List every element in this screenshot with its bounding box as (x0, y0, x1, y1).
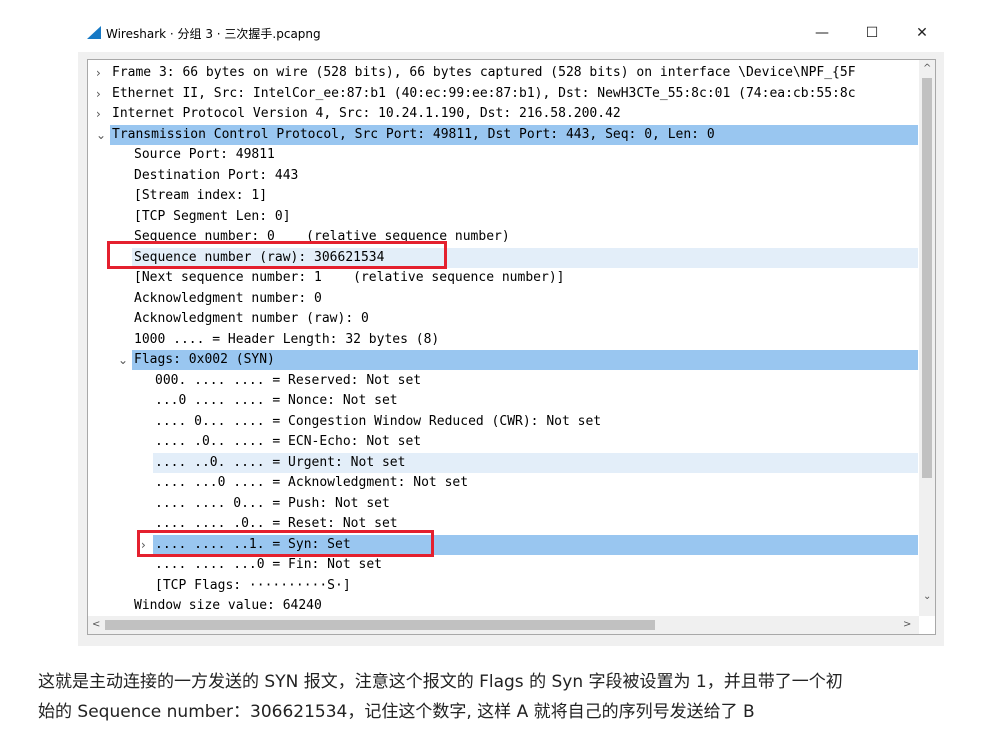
wireshark-fin-icon (87, 26, 101, 39)
title-bar: Wireshark · 分组 3 · 三次握手.pcapng — ☐ ✕ (78, 14, 944, 52)
tree-row-text: [TCP Flags: ··········S·] (155, 577, 351, 593)
tree-row[interactable]: .... ...0 .... = Acknowledgment: Not set (88, 473, 918, 493)
tree-row-text: Acknowledgment number (raw): 0 (134, 311, 369, 326)
maximize-button[interactable]: ☐ (861, 22, 883, 44)
tree-row[interactable]: 1000 .... = Header Length: 32 bytes (8) (88, 330, 918, 350)
vertical-scrollbar[interactable]: ^ ⌄ (919, 60, 935, 616)
expand-arrow-icon[interactable]: › (96, 63, 101, 83)
description-line-2: 始的 Sequence number：306621534，记住这个数字, 这样 … (38, 702, 755, 722)
tree-row-text: Destination Port: 443 (134, 167, 299, 183)
tree-row[interactable]: [Stream index: 1] (88, 186, 918, 206)
scroll-down-arrow-icon[interactable]: ⌄ (923, 590, 931, 604)
tree-row-text: .... .0.. .... = ECN-Echo: Not set (155, 434, 422, 449)
tree-row-text: Acknowledgment number: 0 (134, 290, 322, 306)
tree-row[interactable]: Acknowledgment number (raw): 0 (88, 309, 918, 329)
tree-row[interactable]: Acknowledgment number: 0 (88, 289, 918, 309)
tree-row-text: Frame 3: 66 bytes on wire (528 bits), 66… (112, 65, 856, 80)
tree-row-text: .... .... ...0 = Fin: Not set (155, 557, 382, 572)
tree-row-text: .... ...0 .... = Acknowledgment: Not set (155, 475, 469, 490)
tree-row-text: Source Port: 49811 (134, 147, 275, 162)
tree-row[interactable]: .... ..0. .... = Urgent: Not set (153, 452, 918, 473)
tree-row[interactable]: [TCP Segment Len: 0] (88, 207, 918, 227)
tree-row-text: [TCP Segment Len: 0] (134, 208, 291, 224)
tree-row[interactable]: › Internet Protocol Version 4, Src: 10.24… (88, 104, 918, 124)
tree-row-text: [Stream index: 1] (134, 188, 268, 203)
minimize-button[interactable]: — (811, 22, 833, 44)
tree-row[interactable]: ...0 .... .... = Nonce: Not set (88, 391, 918, 411)
tree-row-text: Ethernet II, Src: IntelCor_ee:87:b1 (40:… (112, 85, 856, 101)
vertical-scroll-thumb[interactable] (922, 78, 932, 478)
tree-row-text: 1000 .... = Header Length: 32 bytes (8) (134, 331, 440, 347)
tree-row-text: 000. .... .... = Reserved: Not set (155, 372, 422, 388)
tree-row[interactable]: › Ethernet II, Src: IntelCor_ee:87:b1 (40… (88, 84, 918, 104)
tree-row[interactable]: › Frame 3: 66 bytes on wire (528 bits), 6… (88, 63, 918, 83)
close-button[interactable]: ✕ (911, 22, 933, 44)
tree-row-text: .... 0... .... = Congestion Window Reduc… (155, 413, 602, 429)
description-line-1: 这就是主动连接的一方发送的 SYN 报文，注意这个报文的 Flags 的 Syn… (38, 672, 843, 692)
tree-row[interactable]: ⌄ Transmission Control Protocol, Src Port… (96, 124, 918, 145)
tree-row[interactable]: Source Port: 49811 (88, 145, 918, 165)
tree-row-text: .... ..0. .... = Urgent: Not set (155, 454, 406, 470)
scroll-right-arrow-icon[interactable]: > (903, 618, 911, 632)
highlight-box-sequence-raw (107, 241, 447, 269)
tree-row[interactable]: .... 0... .... = Congestion Window Reduc… (88, 412, 918, 432)
tree-row-text: Window size value: 64240 (134, 598, 322, 611)
tree-row-text: Flags: 0x002 (SYN) (134, 352, 275, 367)
scroll-up-arrow-icon[interactable]: ^ (923, 62, 931, 76)
tree-row[interactable]: 000. .... .... = Reserved: Not set (88, 371, 918, 391)
tree-row[interactable]: [TCP Flags: ··········S·] (88, 576, 918, 596)
tree-row-text: .... .... 0... = Push: Not set (155, 495, 390, 511)
tree-row[interactable]: ⌄ Flags: 0x002 (SYN) (118, 350, 918, 370)
tree-row[interactable]: .... .... 0... = Push: Not set (88, 494, 918, 514)
tree-row[interactable]: Destination Port: 443 (88, 166, 918, 186)
tree-row[interactable]: Window size value: 64240 (88, 596, 918, 611)
tree-row[interactable]: .... .0.. .... = ECN-Echo: Not set (88, 432, 918, 452)
tree-row-text: ...0 .... .... = Nonce: Not set (155, 393, 398, 408)
collapse-arrow-icon[interactable]: ⌄ (96, 125, 106, 145)
highlight-box-syn-flag (137, 530, 434, 557)
expand-arrow-icon[interactable]: › (96, 104, 101, 124)
window-title: Wireshark · 分组 3 · 三次握手.pcapng (106, 27, 321, 41)
horizontal-scrollbar[interactable]: < > (88, 616, 919, 634)
scroll-left-arrow-icon[interactable]: < (92, 618, 100, 632)
tree-row[interactable]: .... .... ...0 = Fin: Not set (88, 555, 918, 575)
tree-row[interactable]: [Next sequence number: 1 (relative seque… (88, 268, 918, 288)
tree-rows: › Frame 3: 66 bytes on wire (528 bits), 6… (88, 63, 918, 611)
expand-arrow-icon[interactable]: › (96, 84, 101, 104)
horizontal-scroll-thumb[interactable] (105, 620, 655, 630)
tree-row-text: [Next sequence number: 1 (relative seque… (134, 270, 565, 285)
tree-row-text: Transmission Control Protocol, Src Port:… (112, 126, 715, 142)
collapse-arrow-icon[interactable]: ⌄ (118, 350, 128, 370)
tree-row-text: Internet Protocol Version 4, Src: 10.24.… (112, 106, 621, 121)
description-text: 这就是主动连接的一方发送的 SYN 报文，注意这个报文的 Flags 的 Syn… (38, 667, 978, 727)
